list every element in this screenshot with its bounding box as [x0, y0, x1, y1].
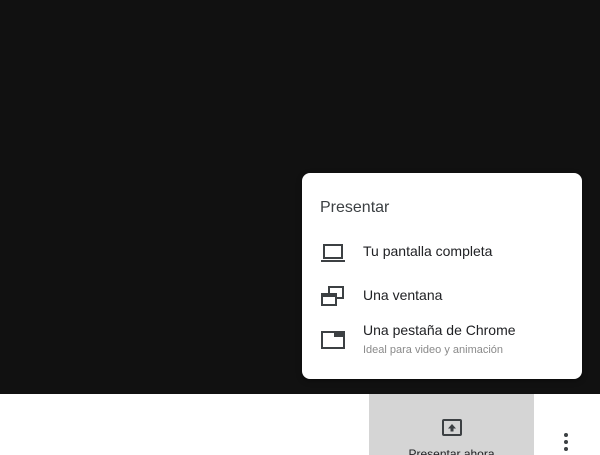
menu-item-label: Tu pantalla completa: [363, 243, 493, 259]
menu-item-sublabel: Ideal para video y animación: [363, 344, 504, 356]
bottom-bar: Presentar ahora: [0, 394, 600, 455]
menu-item-window[interactable]: Una ventana: [302, 275, 582, 315]
meeting-screen: Presentar Tu pantalla completa Una venta…: [0, 0, 600, 455]
menu-item-chrome-tab[interactable]: Una pestaña de Chrome Ideal para video y…: [302, 317, 582, 357]
laptop-icon: [320, 242, 346, 264]
menu-item-label: Una pestaña de Chrome: [363, 322, 516, 338]
present-menu: Presentar Tu pantalla completa Una venta…: [302, 173, 582, 379]
present-now-label: Presentar ahora: [408, 447, 495, 455]
more-options-button[interactable]: [556, 431, 576, 453]
present-now-button[interactable]: Presentar ahora: [369, 394, 534, 455]
present-to-all-icon: [442, 419, 462, 437]
tab-icon: [320, 330, 346, 352]
menu-item-label: Una ventana: [363, 287, 443, 303]
more-vert-icon: [556, 433, 576, 455]
present-menu-title: Presentar: [320, 199, 390, 216]
menu-item-entire-screen[interactable]: Tu pantalla completa: [302, 231, 582, 271]
window-icon: [320, 285, 346, 307]
